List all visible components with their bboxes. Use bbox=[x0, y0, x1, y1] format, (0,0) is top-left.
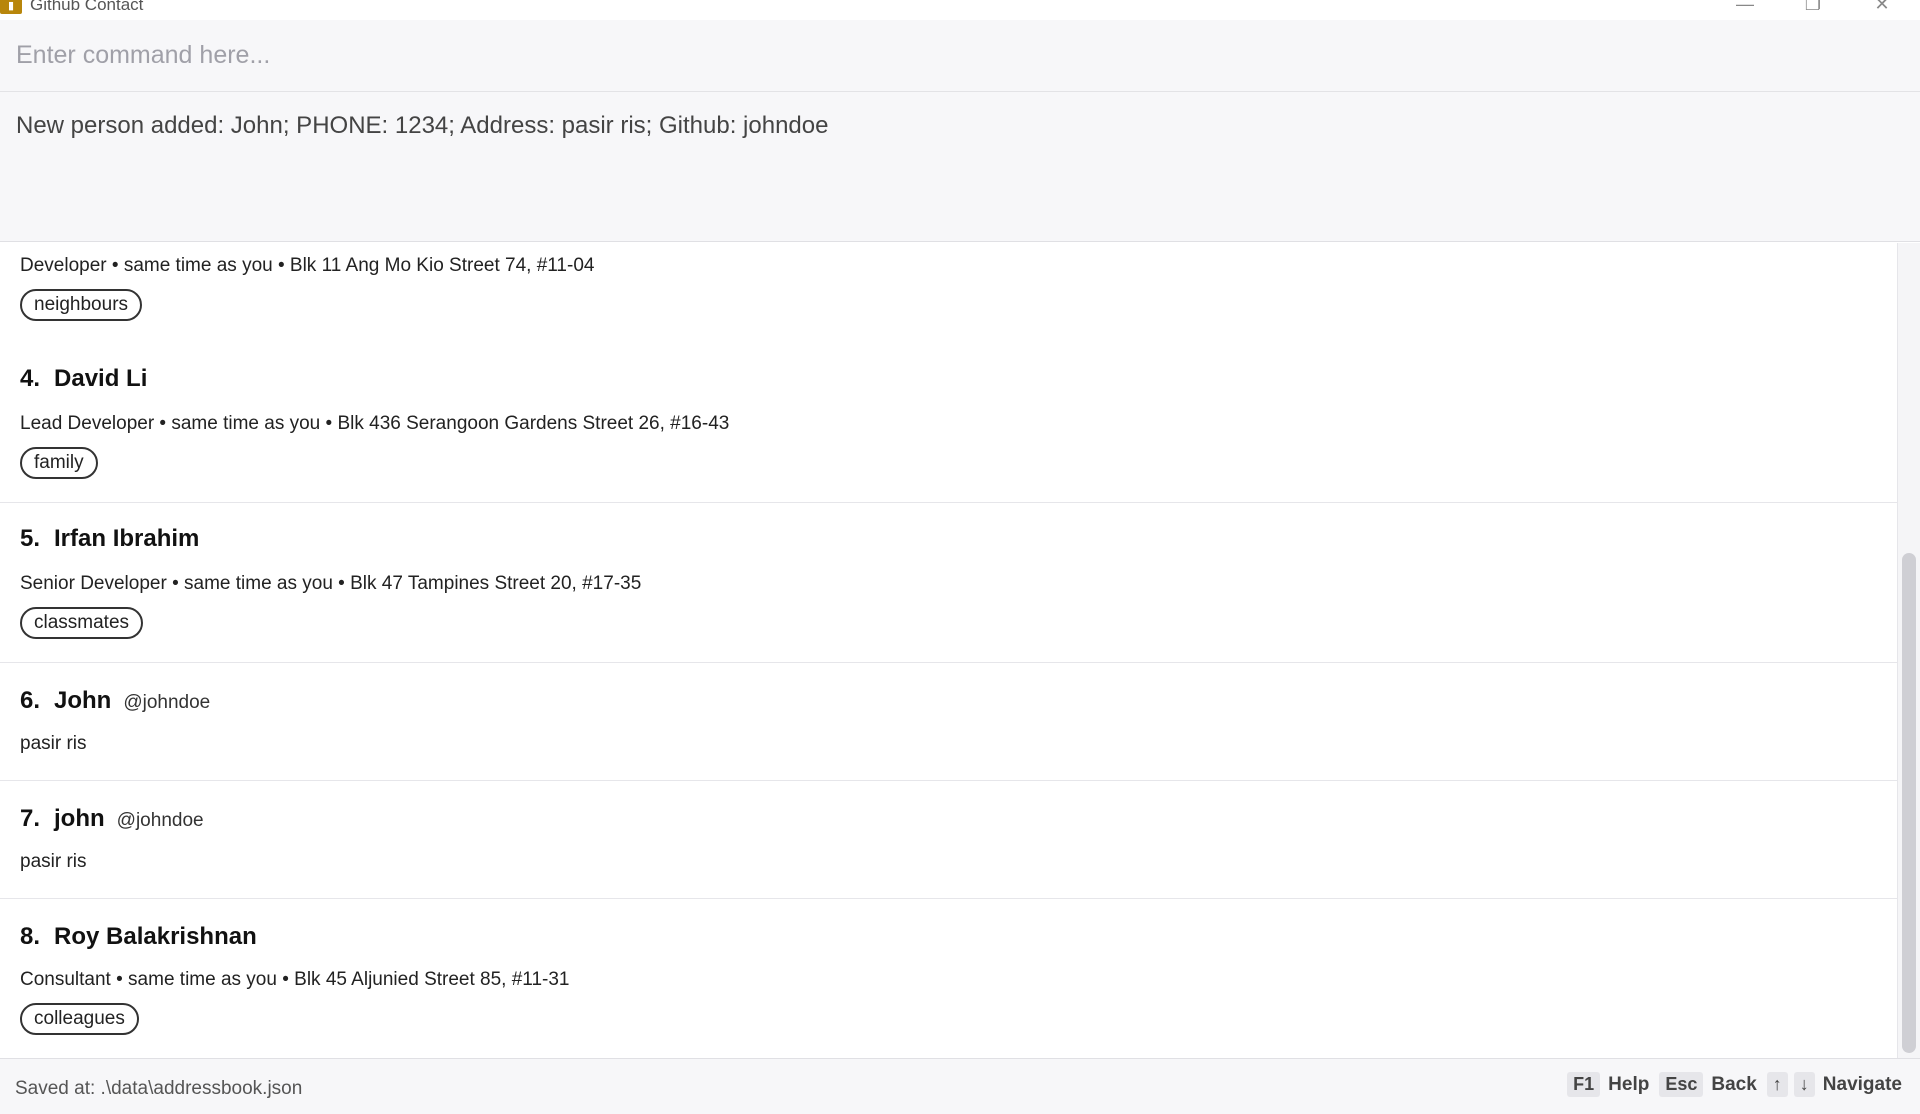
key-hints: F1 Help Esc Back ↑ ↓ Navigate bbox=[1557, 1072, 1902, 1097]
person-tag: family bbox=[20, 447, 98, 479]
person-tag: neighbours bbox=[20, 289, 143, 321]
person-github: @johndoe bbox=[123, 692, 211, 713]
person-name: John bbox=[54, 687, 112, 714]
person-tag: colleagues bbox=[20, 1003, 139, 1035]
person-header: 6. John @johndoe bbox=[20, 687, 210, 715]
person-index: 5. bbox=[20, 525, 41, 552]
person-github: @johndoe bbox=[116, 810, 204, 831]
person-card[interactable]: 4. David Li Lead Developer • same time a… bbox=[0, 343, 1897, 503]
person-card[interactable]: 5. Irfan Ibrahim Senior Developer • same… bbox=[0, 503, 1897, 663]
result-display: New person added: John; PHONE: 1234; Add… bbox=[0, 92, 1920, 242]
person-details: pasir ris bbox=[20, 851, 87, 872]
window-title: Github Contact bbox=[30, 0, 144, 14]
maximize-icon[interactable]: ❐ bbox=[1793, 0, 1833, 16]
command-box bbox=[0, 20, 1920, 92]
person-name: john bbox=[54, 805, 105, 832]
person-card[interactable]: 7. john @johndoe pasir ris bbox=[0, 781, 1897, 899]
person-details: pasir ris bbox=[20, 733, 87, 754]
person-details: Developer • same time as you • Blk 11 An… bbox=[20, 255, 595, 276]
person-index: 6. bbox=[20, 687, 41, 714]
person-card[interactable]: 6. John @johndoe pasir ris bbox=[0, 663, 1897, 781]
minimize-icon[interactable]: — bbox=[1725, 0, 1765, 16]
person-index: 8. bbox=[20, 923, 41, 950]
person-details: Lead Developer • same time as you • Blk … bbox=[20, 413, 730, 434]
saved-path: Saved at: .\data\addressbook.json bbox=[15, 1078, 303, 1099]
person-card[interactable]: 8. Roy Balakrishnan Consultant • same ti… bbox=[0, 899, 1897, 1058]
hint-key-esc: Esc bbox=[1659, 1072, 1704, 1097]
person-name: Roy Balakrishnan bbox=[54, 923, 257, 950]
person-name: David Li bbox=[54, 365, 148, 392]
status-bar: Saved at: .\data\addressbook.json F1 Hel… bbox=[0, 1058, 1920, 1114]
hint-label-navigate: Navigate bbox=[1822, 1073, 1902, 1095]
person-name: Irfan Ibrahim bbox=[54, 525, 200, 552]
person-header: 5. Irfan Ibrahim bbox=[20, 525, 199, 553]
person-details: Consultant • same time as you • Blk 45 A… bbox=[20, 969, 570, 990]
arrow-down-icon: ↓ bbox=[1793, 1072, 1815, 1097]
person-header: 4. David Li bbox=[20, 365, 147, 393]
person-tag: classmates bbox=[20, 607, 144, 639]
person-header: 7. john @johndoe bbox=[20, 805, 204, 833]
result-message: New person added: John; PHONE: 1234; Add… bbox=[16, 112, 829, 139]
hint-label-help: Help bbox=[1608, 1073, 1650, 1095]
title-bar: ▮ Github Contact — ❐ ✕ bbox=[0, 0, 1920, 20]
person-details: Senior Developer • same time as you • Bl… bbox=[20, 573, 642, 594]
person-index: 4. bbox=[20, 365, 41, 392]
app-icon: ▮ bbox=[0, 0, 22, 14]
hint-label-back: Back bbox=[1711, 1073, 1757, 1095]
command-input[interactable] bbox=[0, 20, 1920, 91]
scrollbar-thumb[interactable] bbox=[1902, 553, 1916, 1053]
hint-key-f1: F1 bbox=[1567, 1072, 1601, 1097]
person-index: 7. bbox=[20, 805, 41, 832]
close-icon[interactable]: ✕ bbox=[1862, 0, 1902, 16]
list-scrollbar[interactable] bbox=[1897, 243, 1920, 1058]
person-list[interactable]: Developer • same time as you • Blk 11 An… bbox=[0, 243, 1897, 1058]
person-header: 8. Roy Balakrishnan bbox=[20, 923, 257, 951]
arrow-up-icon: ↑ bbox=[1766, 1072, 1788, 1097]
